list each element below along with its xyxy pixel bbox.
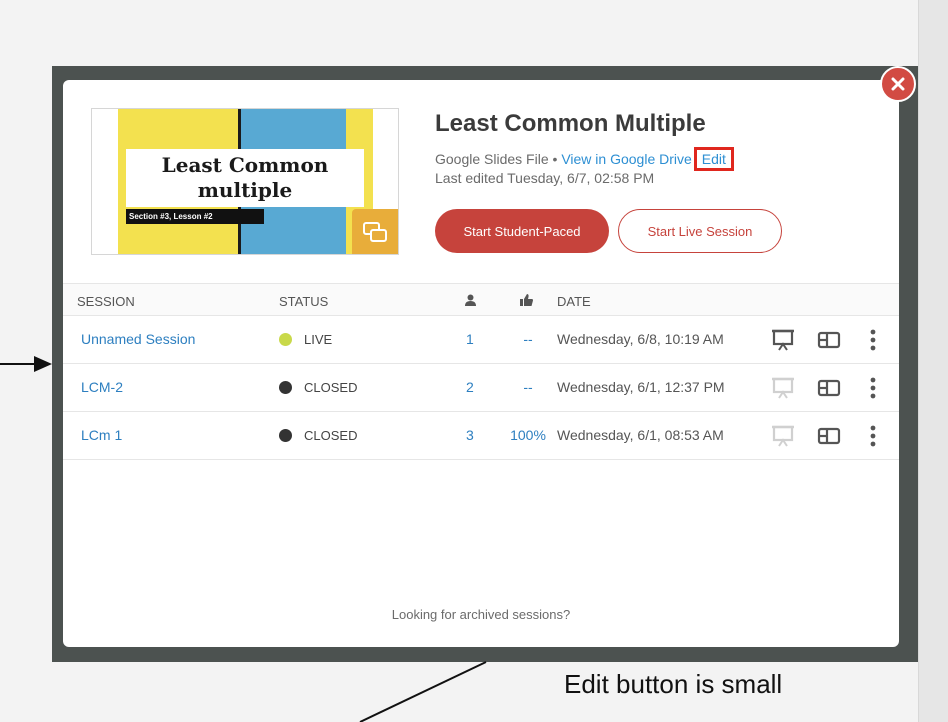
status-label: CLOSED: [304, 428, 358, 443]
slides-icon: [352, 209, 398, 254]
status-dot: [279, 381, 292, 394]
thumbs-up-icon: [520, 294, 533, 309]
status-label: LIVE: [304, 332, 333, 347]
session-date: Wednesday, 6/1, 08:53 AM: [557, 427, 724, 443]
status-dot: [279, 429, 292, 442]
edit-link[interactable]: Edit: [693, 147, 734, 171]
start-live-session-button[interactable]: Start Live Session: [618, 209, 782, 253]
like-percent[interactable]: --: [509, 331, 547, 347]
more-options-icon[interactable]: [869, 328, 877, 355]
status-label: CLOSED: [304, 380, 358, 395]
close-icon: [891, 77, 905, 91]
more-options-icon[interactable]: [869, 376, 877, 403]
report-icon[interactable]: [817, 378, 841, 401]
thumb-title: Least Common multiple: [126, 149, 364, 207]
header-session: SESSION: [77, 294, 135, 309]
header-date: DATE: [557, 294, 591, 309]
file-type: Google Slides File: [435, 151, 549, 167]
lesson-modal: Least Common multiple Section #3, Lesson…: [63, 80, 899, 647]
table-row[interactable]: Unnamed Session LIVE 1 -- Wednesday, 6/8…: [63, 316, 899, 364]
session-date: Wednesday, 6/1, 12:37 PM: [557, 379, 725, 395]
like-percent[interactable]: --: [509, 379, 547, 395]
header-status: STATUS: [279, 294, 329, 309]
like-percent[interactable]: 100%: [509, 427, 547, 443]
report-icon[interactable]: [817, 426, 841, 449]
view-in-drive-link[interactable]: View in Google Drive: [561, 151, 691, 167]
lesson-thumbnail[interactable]: Least Common multiple Section #3, Lesson…: [91, 108, 399, 255]
session-name-link[interactable]: LCM-2: [81, 379, 123, 395]
person-icon: [465, 294, 476, 309]
annotation-text: Edit button is small: [564, 669, 783, 699]
status-dot: [279, 333, 292, 346]
thumb-subtitle: Section #3, Lesson #2: [126, 209, 264, 224]
scrollbar-track[interactable]: [918, 0, 948, 722]
session-status: CLOSED: [279, 380, 357, 395]
session-status: LIVE: [279, 332, 332, 347]
presentation-icon[interactable]: [771, 376, 795, 403]
lesson-meta: Google Slides File • View in Google Driv…: [435, 147, 734, 171]
close-modal-button[interactable]: [880, 66, 916, 102]
meta-separator: •: [548, 151, 562, 167]
more-options-icon[interactable]: [869, 424, 877, 451]
lesson-title: Least Common Multiple: [435, 110, 706, 137]
presentation-icon[interactable]: [771, 328, 795, 355]
session-name-link[interactable]: Unnamed Session: [81, 331, 195, 347]
last-edited: Last edited Tuesday, 6/7, 02:58 PM: [435, 170, 655, 186]
session-status: CLOSED: [279, 428, 357, 443]
archived-sessions-link[interactable]: Looking for archived sessions?: [63, 607, 899, 622]
student-count[interactable]: 2: [466, 379, 474, 395]
student-count[interactable]: 1: [466, 331, 474, 347]
start-student-paced-button[interactable]: Start Student-Paced: [435, 209, 609, 253]
table-row[interactable]: LCm 1 CLOSED 3 100% Wednesday, 6/1, 08:5…: [63, 412, 899, 460]
student-count[interactable]: 3: [466, 427, 474, 443]
session-name-link[interactable]: LCm 1: [81, 427, 122, 443]
table-row[interactable]: LCM-2 CLOSED 2 -- Wednesday, 6/1, 12:37 …: [63, 364, 899, 412]
presentation-icon[interactable]: [771, 424, 795, 451]
session-date: Wednesday, 6/8, 10:19 AM: [557, 331, 724, 347]
report-icon[interactable]: [817, 330, 841, 353]
sessions-table-header: SESSION STATUS DATE: [63, 283, 899, 316]
